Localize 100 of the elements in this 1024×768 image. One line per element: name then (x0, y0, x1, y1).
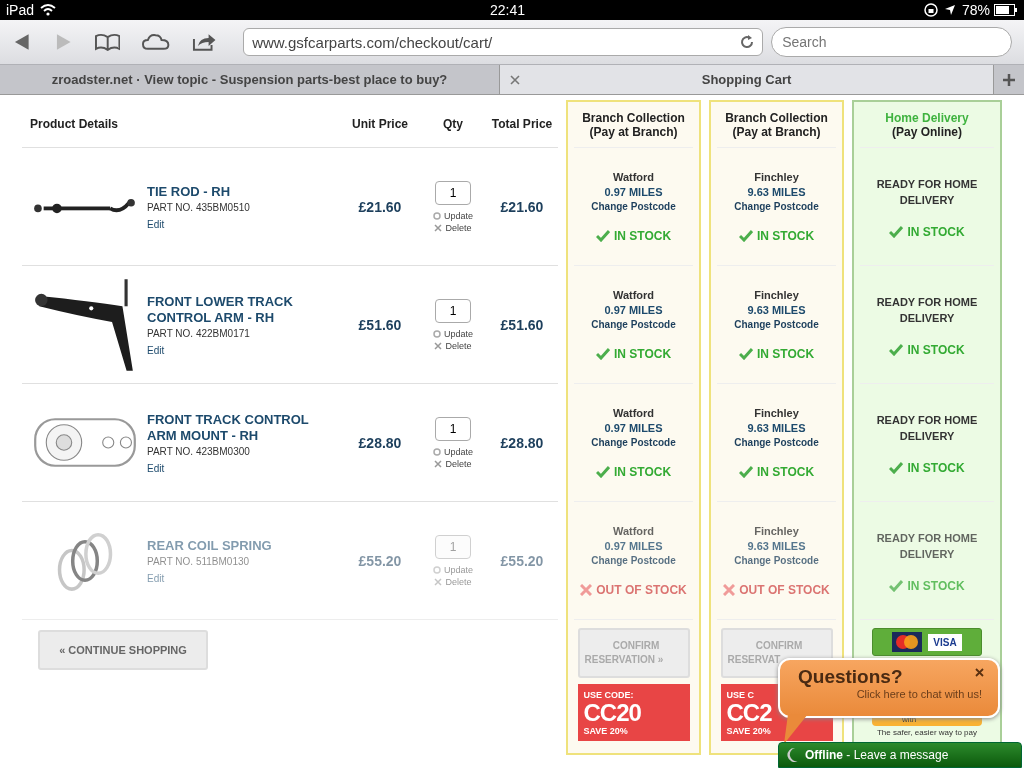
branch-distance: 0.97 MILES (604, 186, 663, 198)
part-number: PART NO. 423BM0300 (147, 445, 251, 457)
cross-icon (723, 584, 736, 596)
battery-level: 78% (961, 2, 990, 18)
update-link[interactable]: Update (433, 446, 473, 457)
delete-link[interactable]: Delete (434, 340, 472, 351)
change-postcode-link[interactable]: Change Postcode (734, 201, 819, 212)
delete-link[interactable]: Delete (434, 458, 472, 469)
column-header: Unit Price (352, 116, 408, 131)
battery-icon (994, 4, 1018, 16)
product-name[interactable]: FRONT TRACK CONTROL ARM MOUNT - RH (147, 411, 340, 444)
edit-link[interactable]: Edit (147, 218, 340, 230)
change-postcode-link[interactable]: Change Postcode (591, 201, 676, 212)
branch-distance: 9.63 MILES (747, 540, 806, 552)
browser-tab[interactable]: Shopping Cart (500, 65, 993, 94)
quantity-field[interactable]: 1 (435, 416, 471, 441)
close-icon[interactable] (510, 74, 520, 85)
stock-status: IN STOCK (889, 460, 965, 475)
change-postcode-link[interactable]: Change Postcode (591, 437, 676, 448)
close-icon (434, 341, 443, 350)
change-postcode-link[interactable]: Change Postcode (591, 319, 676, 330)
branch-name: Watford (612, 289, 655, 301)
check-icon (738, 466, 753, 478)
stock-status: IN STOCK (889, 342, 965, 357)
total-price: £21.60 (500, 198, 544, 215)
stock-status: IN STOCK (889, 224, 965, 239)
clock: 22:41 (490, 2, 526, 18)
total-price: £51.60 (500, 316, 544, 333)
option-header: Branch Collection (Pay at Branch) (709, 100, 844, 148)
close-icon (434, 577, 443, 586)
column-header: Product Details (29, 116, 119, 131)
promo-banner: USE CODE: CC20 SAVE 20% (577, 684, 690, 741)
total-price: £28.80 (500, 434, 544, 451)
change-postcode-link[interactable]: Change Postcode (734, 319, 819, 330)
delete-link[interactable]: Delete (434, 222, 472, 233)
delivery-status: READY FOR HOME DELIVERY (875, 294, 979, 326)
unit-price: £55.20 (358, 552, 402, 569)
branch-name: Finchley (754, 289, 799, 301)
option-header: Home Delivery (Pay Online) (852, 100, 1002, 148)
stock-status: IN STOCK (595, 347, 672, 361)
chat-status: Offline - Leave a message (805, 748, 949, 762)
check-icon (595, 230, 610, 242)
chat-prompt: Click here to chat with us! (855, 688, 982, 700)
product-name[interactable]: FRONT LOWER TRACK CONTROL ARM - RH (147, 293, 340, 326)
close-icon (434, 223, 443, 232)
update-link[interactable]: Update (433, 328, 473, 339)
rotation-lock-icon (923, 3, 938, 17)
check-icon (889, 225, 904, 238)
part-number: PART NO. 511BM0130 (147, 555, 251, 567)
delivery-status: READY FOR HOME DELIVERY (875, 412, 979, 444)
branch-name: Finchley (754, 407, 799, 419)
card-logo: VISA (928, 633, 962, 651)
search-field[interactable]: Search (771, 27, 1012, 57)
close-icon[interactable] (975, 668, 984, 677)
location-icon (943, 4, 956, 16)
check-icon (889, 343, 904, 356)
edit-link[interactable]: Edit (147, 462, 340, 474)
quantity-field[interactable]: 1 (435, 298, 471, 323)
check-icon (889, 461, 904, 474)
chat-status-bar[interactable]: Offline - Leave a message (778, 742, 1022, 768)
branch-name: Finchley (754, 525, 799, 537)
branch-name: Watford (612, 525, 655, 537)
cloud-icon[interactable] (142, 33, 170, 51)
cross-icon (580, 584, 593, 596)
change-postcode-link[interactable]: Change Postcode (734, 437, 819, 448)
refresh-icon (433, 565, 441, 574)
branch-distance: 0.97 MILES (604, 540, 663, 552)
branch-distance: 9.63 MILES (747, 304, 806, 316)
check-icon (595, 466, 610, 478)
edit-link[interactable]: Edit (147, 344, 340, 356)
refresh-icon (433, 211, 441, 220)
address-bar[interactable]: www.gsfcarparts.com/checkout/cart/ (243, 28, 764, 56)
quantity-field[interactable]: 1 (435, 180, 471, 205)
new-tab-icon[interactable] (1002, 72, 1016, 87)
column-header: Total Price (491, 116, 553, 131)
check-icon (738, 230, 753, 242)
stock-status: IN STOCK (738, 465, 815, 479)
paypal-tagline: The safer, easier way to pay (876, 728, 978, 737)
pay-by-card-button[interactable]: VISA (872, 628, 982, 656)
branch-name: Watford (612, 171, 655, 183)
product-name[interactable]: TIE ROD - RH (147, 183, 340, 200)
reload-icon[interactable] (740, 35, 755, 49)
branch-distance: 0.97 MILES (604, 304, 663, 316)
bookmarks-icon[interactable] (95, 33, 121, 51)
refresh-icon (433, 447, 441, 456)
option-header: Branch Collection (Pay at Branch) (566, 100, 701, 148)
chat-popup[interactable]: Questions? Click here to chat with us! (778, 658, 1000, 718)
unit-price: £51.60 (358, 316, 402, 333)
moon-icon (785, 747, 799, 763)
browser-tab[interactable]: zroadster.net · View topic - Suspension parts-best place to buy? (0, 65, 500, 94)
share-icon[interactable] (191, 32, 218, 52)
speech-bubble-tail (784, 714, 810, 744)
continue-shopping-button[interactable]: « CONTINUE SHOPPING (38, 630, 208, 670)
close-icon (434, 459, 443, 468)
delivery-status: READY FOR HOME DELIVERY (875, 176, 979, 208)
unit-price: £21.60 (358, 198, 402, 215)
branch-distance: 9.63 MILES (747, 186, 806, 198)
update-link[interactable]: Update (433, 210, 473, 221)
check-icon (738, 348, 753, 360)
check-icon (889, 579, 904, 592)
